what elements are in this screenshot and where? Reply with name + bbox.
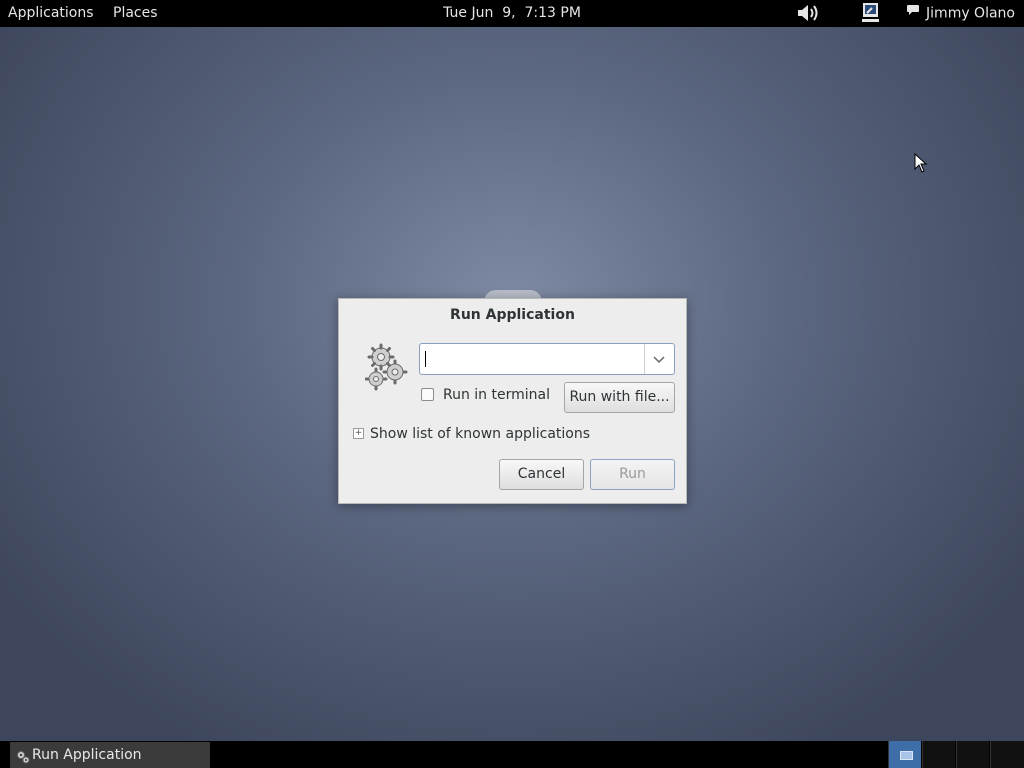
user-name: Jimmy Olano (926, 5, 1015, 22)
window-thumbnail (900, 751, 913, 760)
run-in-terminal-option[interactable]: Run in terminal (421, 387, 550, 403)
mouse-pointer-icon (914, 152, 928, 177)
taskbar-item-run-application[interactable]: Run Application (10, 742, 210, 768)
dropdown-button[interactable] (644, 344, 674, 374)
user-menu[interactable]: Jimmy Olano (906, 0, 1015, 27)
workspace-2[interactable] (922, 741, 955, 768)
clock-label: Tue Jun 9, 7:13 PM (443, 5, 581, 21)
expand-plus-icon: + (353, 427, 364, 439)
command-combobox[interactable] (419, 343, 675, 375)
run-application-dialog: Run Application Run in terminal Run with… (338, 298, 687, 504)
workspace-4[interactable] (990, 741, 1024, 768)
show-known-apps-label: Show list of known applications (370, 426, 591, 442)
run-button[interactable]: Run (590, 459, 675, 490)
speaker-volume-icon[interactable] (796, 2, 822, 28)
gears-icon (16, 747, 30, 768)
top-panel: Applications Places Tue Jun 9, 7:13 PM J… (0, 0, 1024, 27)
dialog-title: Run Application (450, 307, 575, 323)
show-known-apps-expander[interactable]: + Show list of known applications (353, 426, 590, 442)
bottom-panel: Run Application (0, 741, 1024, 768)
text-cursor (425, 351, 426, 367)
gears-icon (364, 343, 411, 397)
chevron-down-icon (653, 356, 665, 364)
command-input[interactable] (420, 344, 644, 374)
run-in-terminal-label: Run in terminal (443, 387, 550, 403)
workspace-3[interactable] (956, 741, 989, 768)
network-wired-icon[interactable] (859, 2, 881, 28)
workspace-1[interactable] (888, 741, 921, 768)
run-in-terminal-checkbox[interactable] (421, 387, 434, 401)
taskbar-item-label: Run Application (32, 747, 142, 763)
run-with-file-button[interactable]: Run with file... (564, 382, 675, 413)
cancel-button[interactable]: Cancel (499, 459, 584, 490)
speech-bubble-icon (906, 0, 920, 27)
